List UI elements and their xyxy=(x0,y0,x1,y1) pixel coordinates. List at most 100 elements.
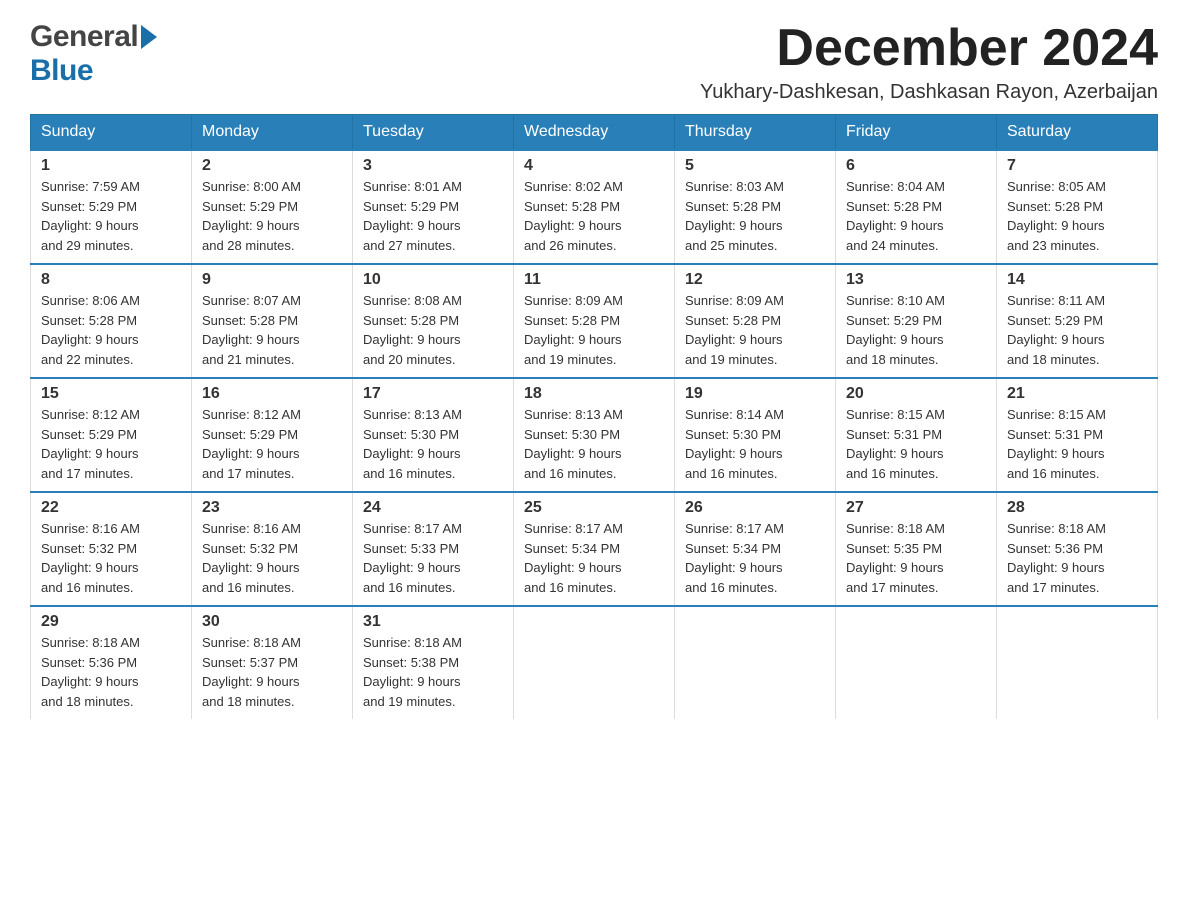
day-number: 3 xyxy=(363,157,503,175)
day-number: 28 xyxy=(1007,499,1147,517)
header-wednesday: Wednesday xyxy=(514,115,675,151)
day-number: 10 xyxy=(363,271,503,289)
day-number: 4 xyxy=(524,157,664,175)
calendar-day-cell: 7 Sunrise: 8:05 AMSunset: 5:28 PMDayligh… xyxy=(997,150,1158,264)
calendar-day-cell: 29 Sunrise: 8:18 AMSunset: 5:36 PMDaylig… xyxy=(31,606,192,719)
day-info: Sunrise: 8:09 AMSunset: 5:28 PMDaylight:… xyxy=(685,293,784,367)
day-number: 12 xyxy=(685,271,825,289)
logo-general-text: General xyxy=(30,20,138,54)
day-info: Sunrise: 8:17 AMSunset: 5:34 PMDaylight:… xyxy=(524,521,623,595)
title-section: December 2024 Yukhary-Dashkesan, Dashkas… xyxy=(700,20,1158,104)
day-info: Sunrise: 8:18 AMSunset: 5:38 PMDaylight:… xyxy=(363,635,462,709)
calendar-day-cell: 11 Sunrise: 8:09 AMSunset: 5:28 PMDaylig… xyxy=(514,264,675,378)
calendar-day-cell xyxy=(997,606,1158,719)
day-number: 29 xyxy=(41,613,181,631)
day-number: 7 xyxy=(1007,157,1147,175)
calendar-day-cell: 23 Sunrise: 8:16 AMSunset: 5:32 PMDaylig… xyxy=(192,492,353,606)
day-info: Sunrise: 8:06 AMSunset: 5:28 PMDaylight:… xyxy=(41,293,140,367)
day-info: Sunrise: 8:16 AMSunset: 5:32 PMDaylight:… xyxy=(41,521,140,595)
day-info: Sunrise: 8:15 AMSunset: 5:31 PMDaylight:… xyxy=(846,407,945,481)
calendar-table: Sunday Monday Tuesday Wednesday Thursday… xyxy=(30,114,1158,719)
calendar-day-cell: 9 Sunrise: 8:07 AMSunset: 5:28 PMDayligh… xyxy=(192,264,353,378)
calendar-day-cell xyxy=(514,606,675,719)
day-number: 2 xyxy=(202,157,342,175)
calendar-day-cell: 8 Sunrise: 8:06 AMSunset: 5:28 PMDayligh… xyxy=(31,264,192,378)
header-tuesday: Tuesday xyxy=(353,115,514,151)
day-number: 27 xyxy=(846,499,986,517)
calendar-day-cell: 5 Sunrise: 8:03 AMSunset: 5:28 PMDayligh… xyxy=(675,150,836,264)
day-number: 26 xyxy=(685,499,825,517)
calendar-day-cell: 16 Sunrise: 8:12 AMSunset: 5:29 PMDaylig… xyxy=(192,378,353,492)
day-info: Sunrise: 8:02 AMSunset: 5:28 PMDaylight:… xyxy=(524,179,623,253)
calendar-day-cell: 13 Sunrise: 8:10 AMSunset: 5:29 PMDaylig… xyxy=(836,264,997,378)
day-number: 6 xyxy=(846,157,986,175)
day-info: Sunrise: 8:18 AMSunset: 5:35 PMDaylight:… xyxy=(846,521,945,595)
calendar-day-cell: 1 Sunrise: 7:59 AMSunset: 5:29 PMDayligh… xyxy=(31,150,192,264)
header-thursday: Thursday xyxy=(675,115,836,151)
calendar-day-cell: 10 Sunrise: 8:08 AMSunset: 5:28 PMDaylig… xyxy=(353,264,514,378)
day-info: Sunrise: 8:12 AMSunset: 5:29 PMDaylight:… xyxy=(202,407,301,481)
day-info: Sunrise: 8:00 AMSunset: 5:29 PMDaylight:… xyxy=(202,179,301,253)
header-sunday: Sunday xyxy=(31,115,192,151)
day-number: 16 xyxy=(202,385,342,403)
calendar-day-cell: 22 Sunrise: 8:16 AMSunset: 5:32 PMDaylig… xyxy=(31,492,192,606)
calendar-day-cell: 30 Sunrise: 8:18 AMSunset: 5:37 PMDaylig… xyxy=(192,606,353,719)
calendar-week-row: 29 Sunrise: 8:18 AMSunset: 5:36 PMDaylig… xyxy=(31,606,1158,719)
month-title: December 2024 xyxy=(700,20,1158,77)
calendar-day-cell: 6 Sunrise: 8:04 AMSunset: 5:28 PMDayligh… xyxy=(836,150,997,264)
calendar-day-cell: 12 Sunrise: 8:09 AMSunset: 5:28 PMDaylig… xyxy=(675,264,836,378)
calendar-day-cell: 31 Sunrise: 8:18 AMSunset: 5:38 PMDaylig… xyxy=(353,606,514,719)
day-number: 9 xyxy=(202,271,342,289)
day-number: 11 xyxy=(524,271,664,289)
day-info: Sunrise: 8:13 AMSunset: 5:30 PMDaylight:… xyxy=(524,407,623,481)
calendar-week-row: 22 Sunrise: 8:16 AMSunset: 5:32 PMDaylig… xyxy=(31,492,1158,606)
calendar-day-cell: 2 Sunrise: 8:00 AMSunset: 5:29 PMDayligh… xyxy=(192,150,353,264)
day-info: Sunrise: 8:01 AMSunset: 5:29 PMDaylight:… xyxy=(363,179,462,253)
day-number: 23 xyxy=(202,499,342,517)
day-number: 17 xyxy=(363,385,503,403)
day-number: 21 xyxy=(1007,385,1147,403)
day-number: 13 xyxy=(846,271,986,289)
day-info: Sunrise: 8:05 AMSunset: 5:28 PMDaylight:… xyxy=(1007,179,1106,253)
day-number: 18 xyxy=(524,385,664,403)
day-info: Sunrise: 8:13 AMSunset: 5:30 PMDaylight:… xyxy=(363,407,462,481)
day-number: 5 xyxy=(685,157,825,175)
header-monday: Monday xyxy=(192,115,353,151)
day-info: Sunrise: 8:09 AMSunset: 5:28 PMDaylight:… xyxy=(524,293,623,367)
day-number: 31 xyxy=(363,613,503,631)
logo-blue-text: Blue xyxy=(30,54,93,87)
day-info: Sunrise: 8:14 AMSunset: 5:30 PMDaylight:… xyxy=(685,407,784,481)
day-info: Sunrise: 8:16 AMSunset: 5:32 PMDaylight:… xyxy=(202,521,301,595)
day-number: 14 xyxy=(1007,271,1147,289)
calendar-day-cell: 24 Sunrise: 8:17 AMSunset: 5:33 PMDaylig… xyxy=(353,492,514,606)
calendar-day-cell: 27 Sunrise: 8:18 AMSunset: 5:35 PMDaylig… xyxy=(836,492,997,606)
day-info: Sunrise: 8:11 AMSunset: 5:29 PMDaylight:… xyxy=(1007,293,1105,367)
calendar-week-row: 8 Sunrise: 8:06 AMSunset: 5:28 PMDayligh… xyxy=(31,264,1158,378)
day-info: Sunrise: 8:04 AMSunset: 5:28 PMDaylight:… xyxy=(846,179,945,253)
calendar-day-cell xyxy=(836,606,997,719)
logo-arrow-icon xyxy=(141,25,157,49)
day-info: Sunrise: 8:18 AMSunset: 5:36 PMDaylight:… xyxy=(1007,521,1106,595)
calendar-day-cell: 21 Sunrise: 8:15 AMSunset: 5:31 PMDaylig… xyxy=(997,378,1158,492)
day-info: Sunrise: 8:18 AMSunset: 5:37 PMDaylight:… xyxy=(202,635,301,709)
day-info: Sunrise: 8:10 AMSunset: 5:29 PMDaylight:… xyxy=(846,293,945,367)
header-saturday: Saturday xyxy=(997,115,1158,151)
calendar-day-cell: 15 Sunrise: 8:12 AMSunset: 5:29 PMDaylig… xyxy=(31,378,192,492)
location-text: Yukhary-Dashkesan, Dashkasan Rayon, Azer… xyxy=(700,81,1158,104)
calendar-day-cell: 18 Sunrise: 8:13 AMSunset: 5:30 PMDaylig… xyxy=(514,378,675,492)
calendar-day-cell: 17 Sunrise: 8:13 AMSunset: 5:30 PMDaylig… xyxy=(353,378,514,492)
day-info: Sunrise: 8:12 AMSunset: 5:29 PMDaylight:… xyxy=(41,407,140,481)
day-number: 30 xyxy=(202,613,342,631)
day-info: Sunrise: 8:08 AMSunset: 5:28 PMDaylight:… xyxy=(363,293,462,367)
day-info: Sunrise: 8:07 AMSunset: 5:28 PMDaylight:… xyxy=(202,293,301,367)
calendar-day-cell: 4 Sunrise: 8:02 AMSunset: 5:28 PMDayligh… xyxy=(514,150,675,264)
day-info: Sunrise: 8:18 AMSunset: 5:36 PMDaylight:… xyxy=(41,635,140,709)
weekday-header-row: Sunday Monday Tuesday Wednesday Thursday… xyxy=(31,115,1158,151)
calendar-week-row: 1 Sunrise: 7:59 AMSunset: 5:29 PMDayligh… xyxy=(31,150,1158,264)
day-number: 25 xyxy=(524,499,664,517)
calendar-day-cell: 3 Sunrise: 8:01 AMSunset: 5:29 PMDayligh… xyxy=(353,150,514,264)
day-number: 20 xyxy=(846,385,986,403)
calendar-week-row: 15 Sunrise: 8:12 AMSunset: 5:29 PMDaylig… xyxy=(31,378,1158,492)
header-friday: Friday xyxy=(836,115,997,151)
day-info: Sunrise: 8:17 AMSunset: 5:33 PMDaylight:… xyxy=(363,521,462,595)
